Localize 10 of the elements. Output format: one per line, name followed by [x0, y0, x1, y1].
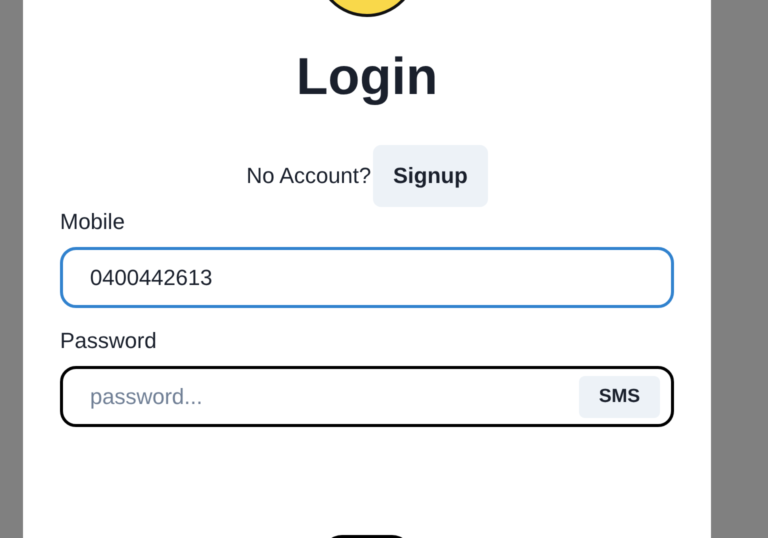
sms-button[interactable]: SMS	[578, 376, 660, 418]
mobile-field[interactable]: 0400442613	[60, 247, 674, 308]
password-field[interactable]: password... SMS	[60, 366, 674, 427]
page-title: Login	[296, 47, 438, 107]
password-input[interactable]: password...	[88, 382, 579, 410]
field-label: Password	[60, 327, 158, 355]
signup-button[interactable]: Signup	[373, 145, 488, 207]
field-label: Mobile	[60, 208, 126, 236]
signup-prompt: No Account?	[246, 163, 372, 189]
mobile-input[interactable]: 0400442613	[88, 264, 660, 292]
